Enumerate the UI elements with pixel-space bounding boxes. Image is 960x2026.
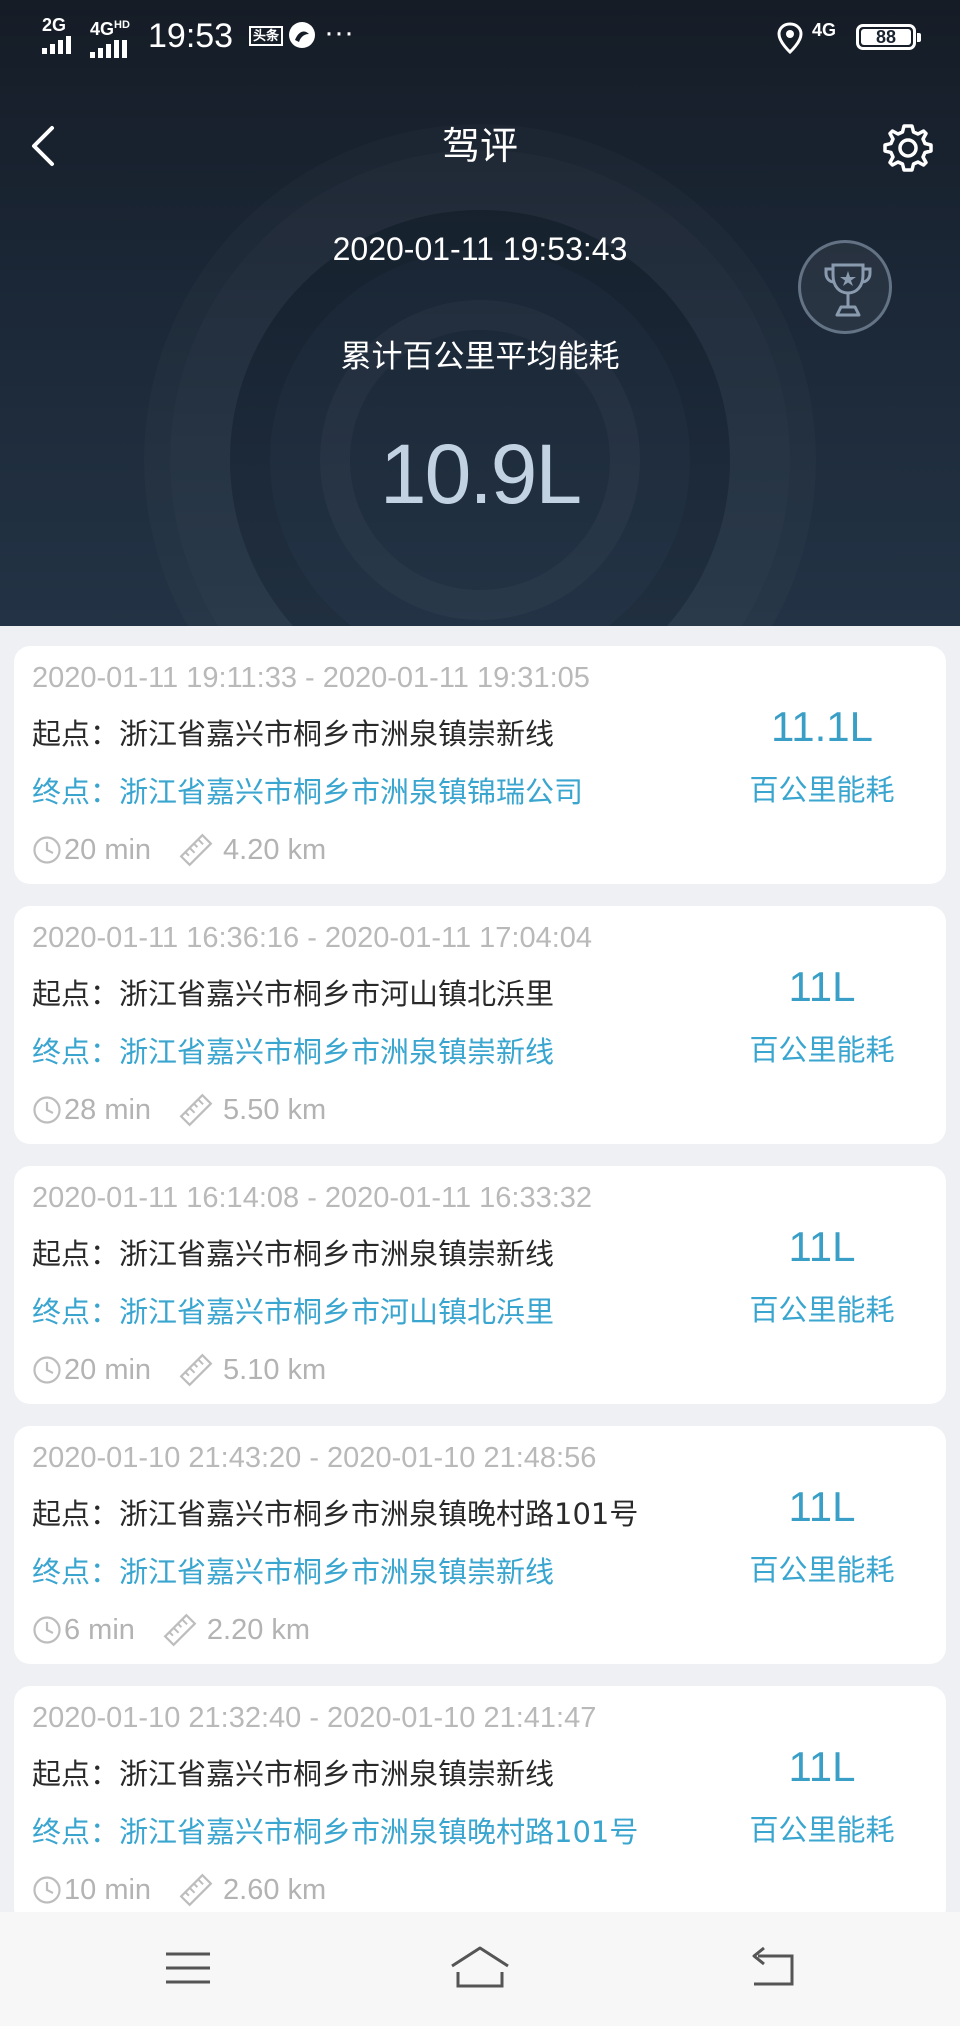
header-panel: 2G 4GHD 19:53 头条 ··· 4G 88 驾评 2020-01-11… xyxy=(0,0,960,626)
trip-card[interactable]: 2020-01-11 16:14:08 - 2020-01-11 16:33:3… xyxy=(14,1166,946,1404)
clock-icon xyxy=(33,1356,61,1384)
trip-distance: 5.50 km xyxy=(223,1094,327,1126)
trip-end-location: 终点：浙江省嘉兴市桐乡市河山镇北浜里 xyxy=(32,1295,555,1329)
settings-button[interactable] xyxy=(880,120,936,176)
location-icon xyxy=(777,22,803,54)
battery-level: 88 xyxy=(875,27,897,47)
summary-label: 累计百公里平均能耗 xyxy=(340,339,620,375)
trip-meta: 10 min 2.60 km xyxy=(32,1870,326,1910)
trip-distance: 4.20 km xyxy=(223,834,327,866)
more-notifications-icon: ··· xyxy=(324,16,354,49)
trip-fuel-consumption: 11L xyxy=(788,1483,856,1530)
trip-start-location: 起点：浙江省嘉兴市桐乡市洲泉镇晚村路101号 xyxy=(32,1497,639,1531)
news-app-badge: 头条 xyxy=(249,26,284,46)
trip-end-location: 终点：浙江省嘉兴市桐乡市洲泉镇崇新线 xyxy=(32,1035,555,1069)
summary-datetime: 2020-01-11 19:53:43 xyxy=(332,231,628,267)
page-title: 驾评 xyxy=(441,124,518,168)
trip-start-location: 起点：浙江省嘉兴市桐乡市洲泉镇崇新线 xyxy=(32,1757,555,1791)
trip-card[interactable]: 2020-01-11 16:36:16 - 2020-01-11 17:04:0… xyxy=(14,906,946,1144)
ruler-icon xyxy=(179,1093,213,1127)
trip-card[interactable]: 2020-01-10 21:32:40 - 2020-01-10 21:41:4… xyxy=(14,1686,946,1924)
signal-2-label: 4G xyxy=(90,19,115,39)
trip-time-range: 2020-01-11 16:36:16 - 2020-01-11 17:04:0… xyxy=(32,922,593,954)
ruler-icon xyxy=(179,1353,213,1387)
signal-indicator-1: 2G xyxy=(42,16,80,54)
trip-meta: 20 min 4.20 km xyxy=(32,830,326,870)
home-icon xyxy=(451,1946,509,1988)
clock-icon xyxy=(33,836,61,864)
trip-start-location: 起点：浙江省嘉兴市桐乡市洲泉镇崇新线 xyxy=(32,717,555,751)
status-bar: 2G 4GHD 19:53 头条 ··· 4G 88 xyxy=(0,0,960,72)
trip-time-range: 2020-01-11 16:14:08 - 2020-01-11 16:33:3… xyxy=(32,1182,593,1214)
battery-indicator: 88 xyxy=(856,24,921,50)
ruler-icon xyxy=(179,1873,213,1907)
signal-bars-icon xyxy=(42,36,71,54)
trip-duration: 10 min xyxy=(64,1874,152,1906)
ruler-icon xyxy=(179,833,213,867)
trip-duration: 28 min xyxy=(64,1094,152,1126)
system-navigation-bar xyxy=(0,1912,960,2026)
signal-bars-icon xyxy=(90,40,127,58)
trip-fuel-consumption: 11L xyxy=(788,963,856,1010)
back-arrow-icon xyxy=(752,1946,794,1986)
trip-fuel-consumption: 11L xyxy=(788,1743,856,1790)
status-time: 19:53 xyxy=(148,17,234,55)
trip-card[interactable]: 2020-01-11 19:11:33 - 2020-01-11 19:31:0… xyxy=(14,646,946,884)
menu-button[interactable] xyxy=(158,1942,218,1994)
trip-distance: 2.20 km xyxy=(206,1614,311,1646)
trip-fuel-label: 百公里能耗 xyxy=(749,1813,895,1847)
trip-card[interactable]: 2020-01-10 21:43:20 - 2020-01-10 21:48:5… xyxy=(14,1426,946,1664)
trip-fuel-consumption: 11.1L xyxy=(771,703,873,750)
trip-time-range: 2020-01-10 21:32:40 - 2020-01-10 21:41:4… xyxy=(32,1702,597,1734)
trip-start-location: 起点：浙江省嘉兴市桐乡市河山镇北浜里 xyxy=(32,977,555,1011)
trip-distance: 2.60 km xyxy=(223,1874,327,1906)
signal-2-sup: HD xyxy=(114,19,130,31)
clock-icon xyxy=(33,1616,61,1644)
trip-end-location: 终点：浙江省嘉兴市桐乡市洲泉镇晚村路101号 xyxy=(32,1815,639,1849)
trip-fuel-label: 百公里能耗 xyxy=(749,1553,895,1587)
trip-fuel-label: 百公里能耗 xyxy=(749,1033,895,1067)
signal-1-label: 2G xyxy=(42,15,67,35)
trip-fuel-label: 百公里能耗 xyxy=(749,1293,895,1327)
trip-end-location: 终点：浙江省嘉兴市桐乡市洲泉镇崇新线 xyxy=(32,1555,555,1589)
trip-end-location: 终点：浙江省嘉兴市桐乡市洲泉镇锦瑞公司 xyxy=(32,775,584,809)
trip-distance: 5.10 km xyxy=(223,1354,327,1386)
trip-time-range: 2020-01-11 19:11:33 - 2020-01-11 19:31:0… xyxy=(32,662,590,694)
app-notification-icon xyxy=(289,22,315,48)
trip-meta: 20 min 5.10 km xyxy=(32,1350,326,1390)
trip-time-range: 2020-01-10 21:43:20 - 2020-01-10 21:48:5… xyxy=(32,1442,597,1474)
trip-meta: 6 min 2.20 km xyxy=(32,1610,310,1650)
trip-fuel-consumption: 11L xyxy=(788,1223,856,1270)
trip-start-location: 起点：浙江省嘉兴市桐乡市洲泉镇崇新线 xyxy=(32,1237,555,1271)
network-type: 4G xyxy=(812,20,837,40)
signal-indicator-2: 4GHD xyxy=(90,16,132,58)
home-button[interactable] xyxy=(448,1942,509,1994)
clock-icon xyxy=(33,1096,61,1124)
gear-icon xyxy=(883,124,933,172)
trip-duration: 6 min xyxy=(64,1614,135,1646)
trip-duration: 20 min xyxy=(64,1354,152,1386)
clock-icon xyxy=(33,1876,61,1904)
trip-list: 2020-01-11 19:11:33 - 2020-01-11 19:31:0… xyxy=(14,646,946,1946)
menu-icon xyxy=(166,1952,210,1984)
trip-fuel-label: 百公里能耗 xyxy=(749,773,895,807)
trip-duration: 20 min xyxy=(64,834,152,866)
summary-average-consumption: 10.9L xyxy=(379,427,582,521)
trip-meta: 28 min 5.50 km xyxy=(32,1090,326,1130)
back-nav-button[interactable] xyxy=(744,1942,804,1994)
ruler-icon xyxy=(163,1613,197,1647)
